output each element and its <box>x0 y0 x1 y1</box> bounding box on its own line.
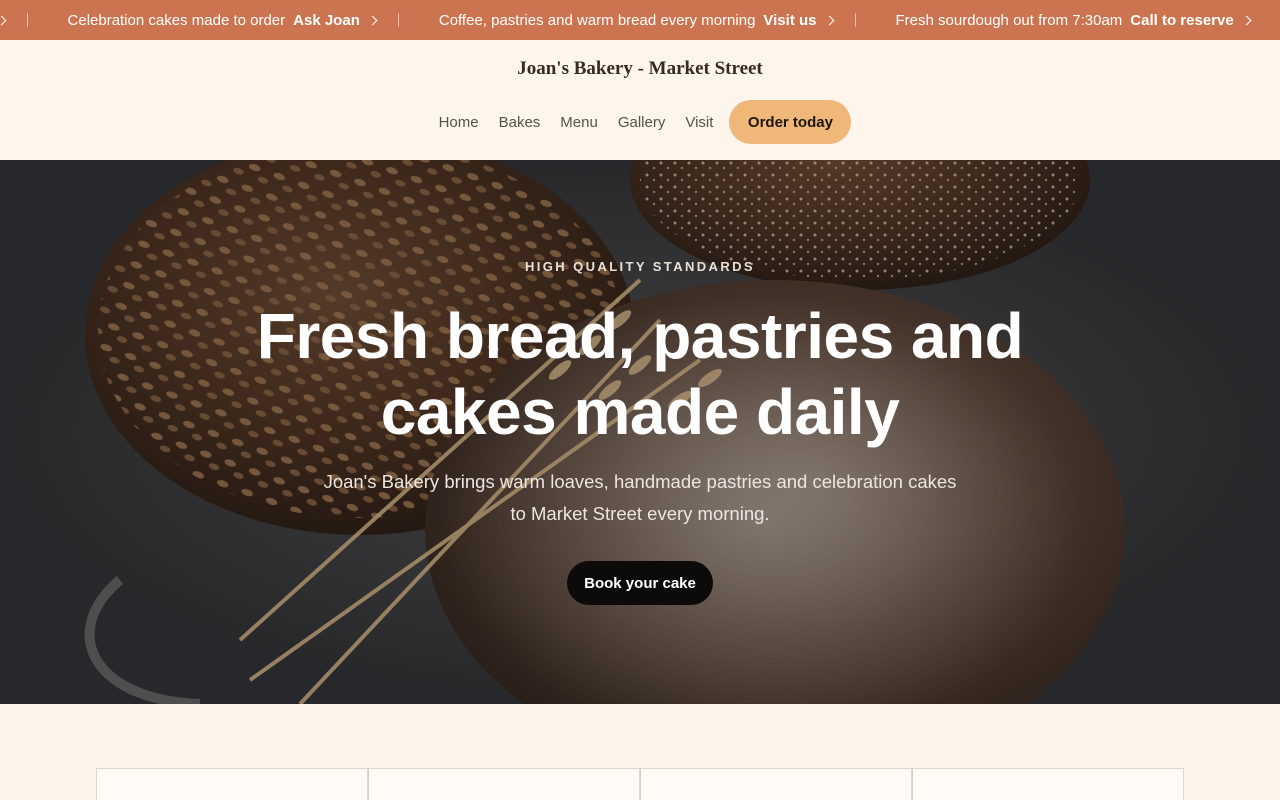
feature-card <box>368 768 640 800</box>
divider <box>854 13 856 27</box>
announcement-link[interactable]: Ask Joan <box>293 12 360 29</box>
site-header: Joan's Bakery - Market Street Home Bakes… <box>0 40 1280 160</box>
announcement-bar: rve Celebration cakes made to order Ask … <box>0 0 1280 40</box>
announcement-text: Coffee, pastries and warm bread every mo… <box>438 11 756 29</box>
announcement-item: Coffee, pastries and warm bread every mo… <box>438 0 834 40</box>
nav-gallery[interactable]: Gallery <box>618 114 666 131</box>
divider <box>26 13 28 27</box>
brand-name[interactable]: Joan's Bakery - Market Street <box>0 58 1280 80</box>
feature-card <box>640 768 912 800</box>
chevron-right-icon <box>0 15 6 25</box>
announcement-item: Celebration cakes made to order Ask Joan <box>67 0 378 40</box>
feature-card <box>96 768 368 800</box>
hero-subtitle: Joan's Bakery brings warm loaves, handma… <box>300 466 980 530</box>
divider <box>397 13 399 27</box>
hero-title: Fresh bread, pastries and cakes made dai… <box>240 298 1040 450</box>
chevron-right-icon <box>824 15 834 25</box>
announcement-text: Celebration cakes made to order <box>67 11 286 29</box>
nav-menu[interactable]: Menu <box>560 114 598 131</box>
order-today-button[interactable]: Order today <box>729 100 852 144</box>
hero-section: HIGH QUALITY STANDARDS Fresh bread, past… <box>0 160 1280 704</box>
announcement-link[interactable]: Visit us <box>763 12 816 29</box>
main-nav: Home Bakes Menu Gallery Visit Order toda… <box>0 100 1280 144</box>
nav-visit[interactable]: Visit <box>685 114 713 131</box>
chevron-right-icon <box>1241 15 1252 25</box>
hero-subtitle-line: to Market Street every morning. <box>510 503 770 524</box>
feature-cards <box>96 768 1184 800</box>
announcement-text: Fresh sourdough out from 7:30am <box>895 11 1123 29</box>
hero-subtitle-line: Joan's Bakery brings warm loaves, handma… <box>323 471 957 492</box>
book-cake-button[interactable]: Book your cake <box>567 561 713 605</box>
announcement-link[interactable]: Call to reserve <box>1130 12 1233 29</box>
announcement-item: Fresh sourdough out from 7:30am Call to … <box>895 0 1252 40</box>
hero-eyebrow: HIGH QUALITY STANDARDS <box>525 259 755 274</box>
nav-home[interactable]: Home <box>439 114 479 131</box>
announcement-item: rve <box>0 0 6 40</box>
nav-bakes[interactable]: Bakes <box>499 114 541 131</box>
announcement-track: rve Celebration cakes made to order Ask … <box>0 0 1252 40</box>
hero-title-line: cakes made daily <box>380 376 900 448</box>
chevron-right-icon <box>367 15 378 25</box>
hero-title-line: Fresh bread, pastries and <box>256 300 1024 372</box>
feature-card <box>912 768 1184 800</box>
